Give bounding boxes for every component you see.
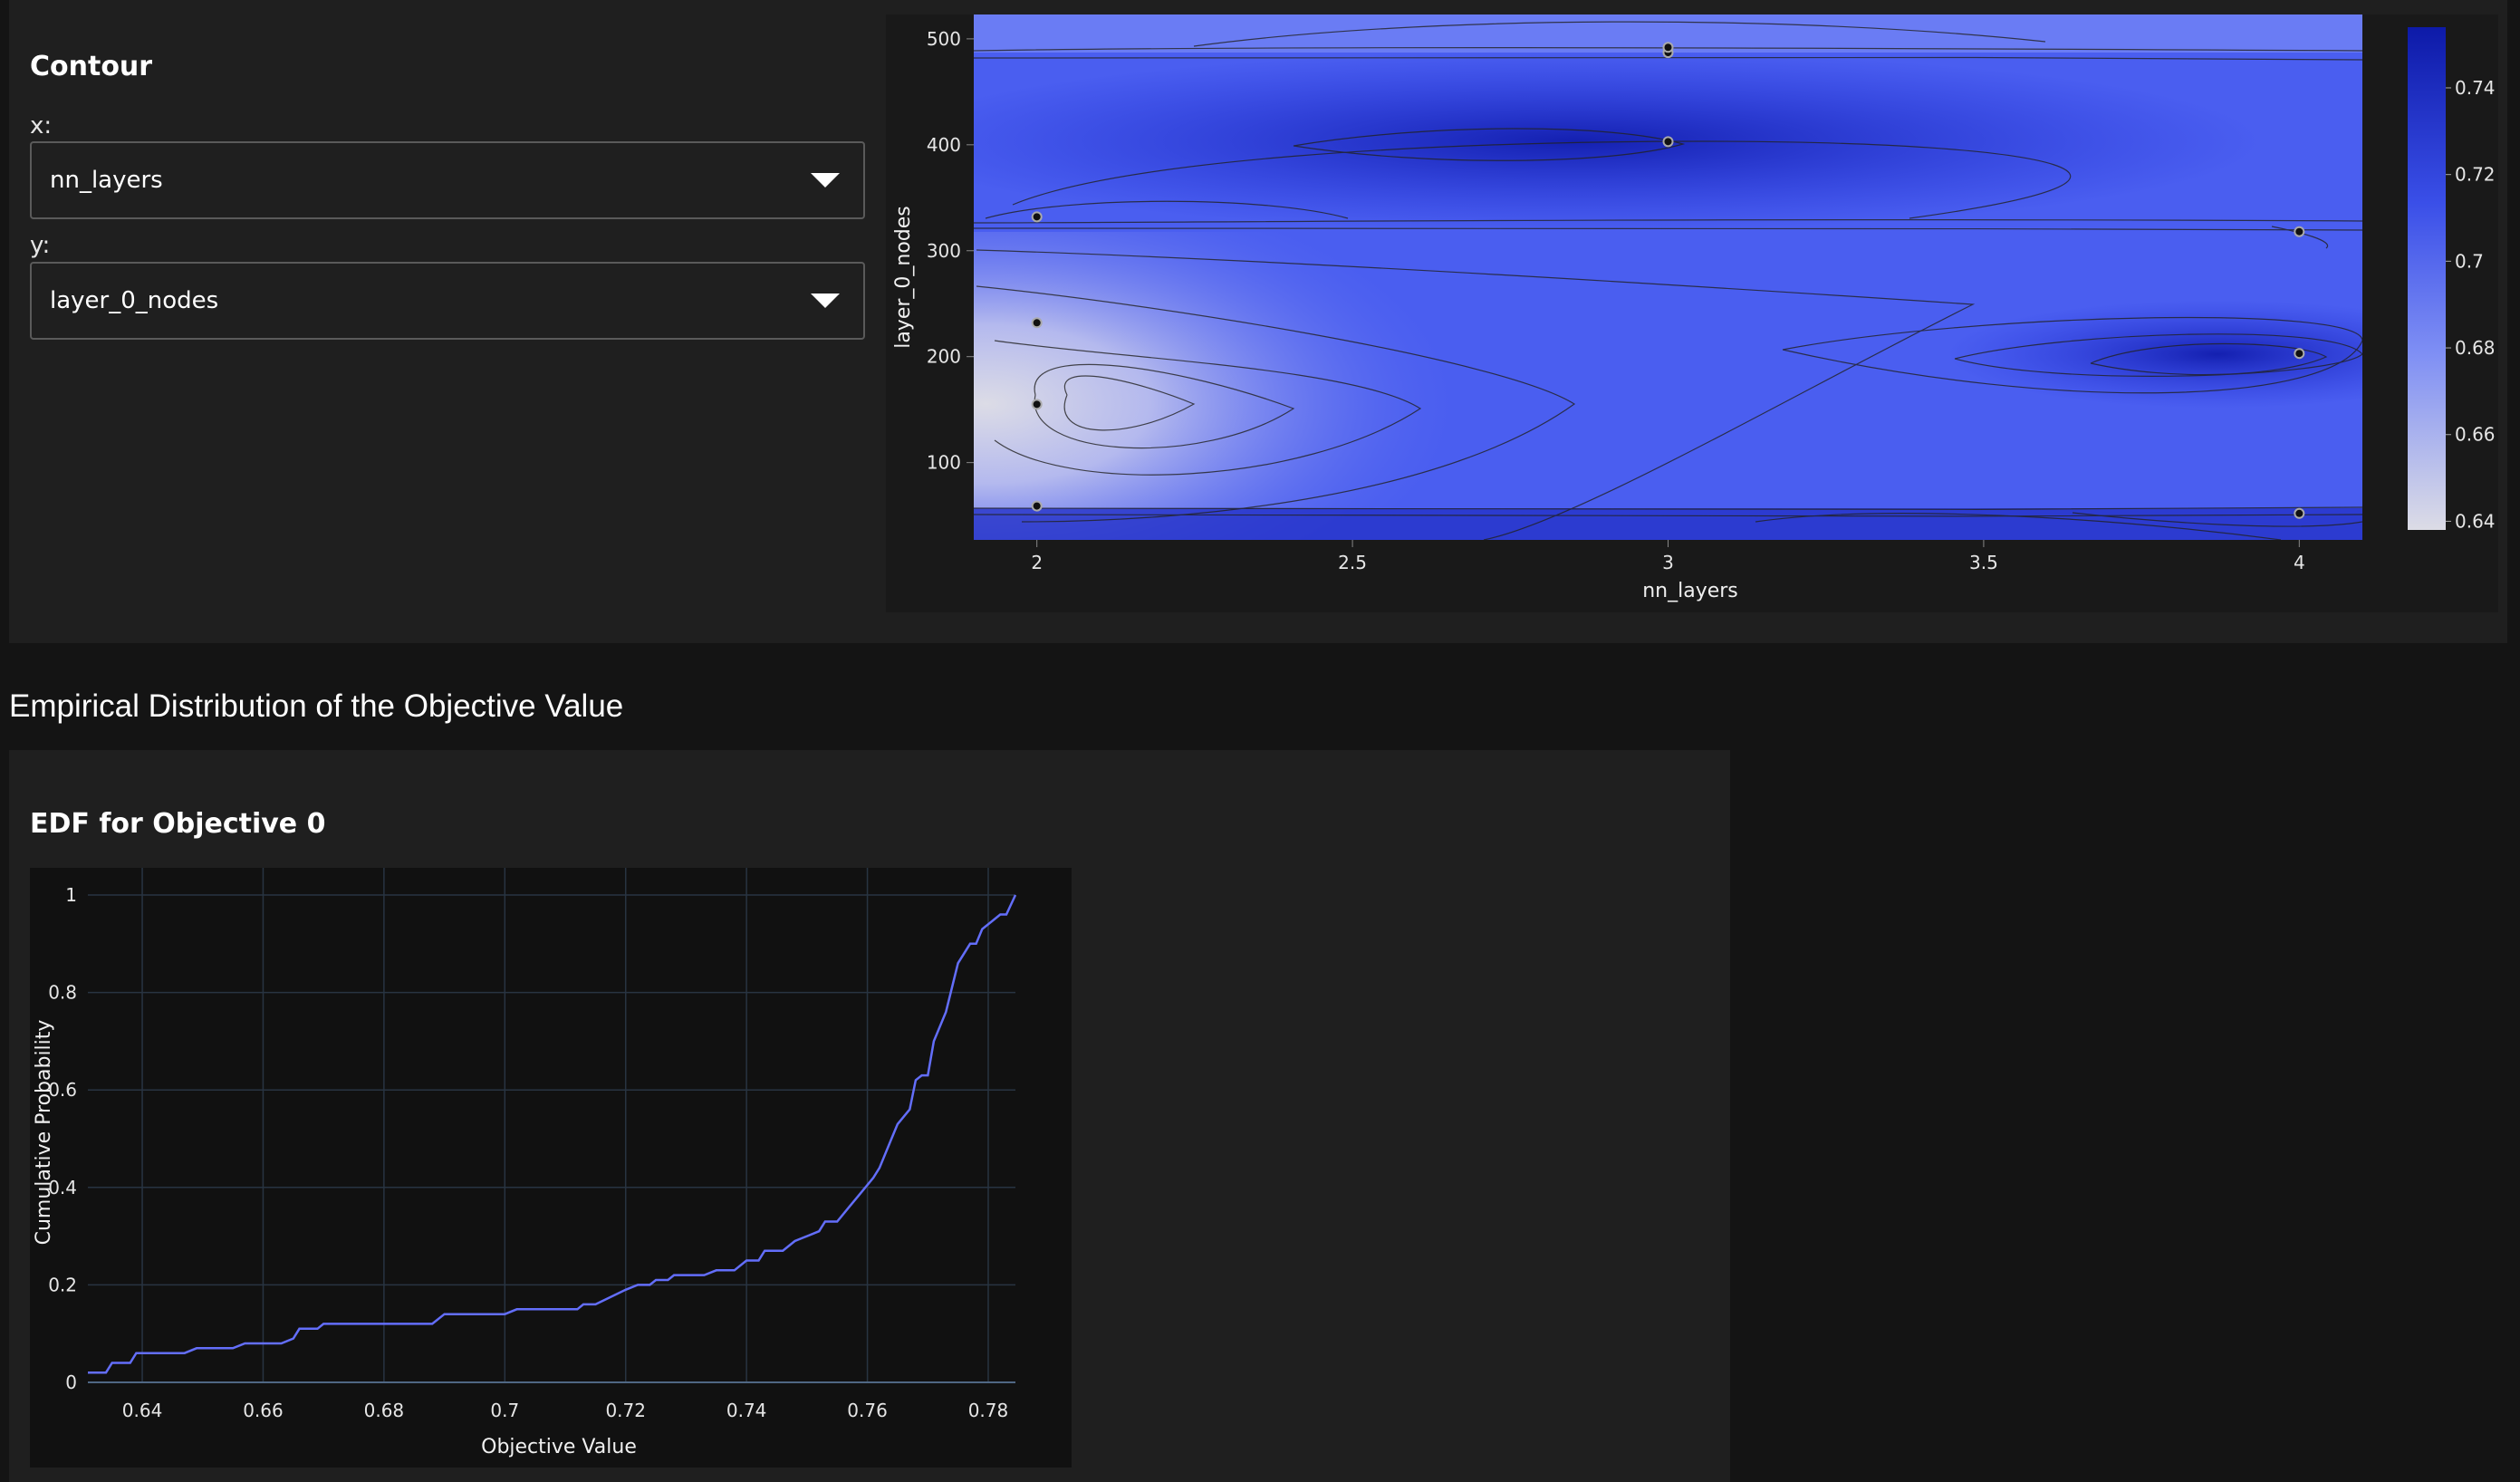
edf-x-tick-label: 0.68 [364, 1400, 405, 1421]
edf-x-tick-label: 0.72 [605, 1400, 646, 1421]
colorbar-tick-label: 0.64 [2455, 510, 2496, 532]
y-axis-select[interactable]: layer_0_nodes [30, 262, 865, 340]
contour-y-tick-label: 200 [927, 346, 961, 368]
contour-y-tick-label: 500 [927, 28, 961, 50]
colorbar-tick-label: 0.7 [2455, 250, 2484, 272]
contour-fill [974, 14, 2362, 540]
contour-x-axis-label: nn_layers [1642, 580, 1738, 602]
edf-card: EDF for Objective 0 0.64 0.66 0.68 0.7 0.72 0… [9, 750, 1730, 1482]
edf-plot-background [30, 868, 1072, 1468]
contour-y-tick-label: 300 [927, 240, 961, 262]
edf-y-axis-label: Cumulative Probability [33, 1020, 55, 1246]
contour-trial-point [1031, 399, 1043, 410]
edf-y-tick-label: 0 [65, 1371, 77, 1393]
contour-title: Contour [30, 51, 153, 82]
contour-x-tick-label: 4 [2294, 552, 2305, 573]
contour-trial-point [1031, 211, 1043, 223]
contour-y-tick-label: 100 [927, 452, 961, 474]
y-select-label: y: [30, 232, 51, 259]
x-select-label: x: [30, 112, 53, 140]
colorbar-tick-label: 0.66 [2455, 424, 2496, 446]
edf-plot[interactable]: 0.64 0.66 0.68 0.7 0.72 0.74 0.76 0.78 00.20.40… [30, 868, 1072, 1468]
contour-card: Contour x: nn_layers y: layer_0_nodes nn… [9, 0, 2507, 643]
edf-y-tick-label: 0.8 [48, 982, 77, 1004]
x-axis-select-value: nn_layers [50, 167, 163, 194]
contour-y-axis-label: layer_0_nodes [892, 206, 915, 349]
edf-x-tick-label: 0.66 [243, 1400, 284, 1421]
y-axis-select-value: layer_0_nodes [50, 287, 219, 314]
edf-x-tick-label: 0.7 [490, 1400, 519, 1421]
contour-y-tick-label: 400 [927, 134, 961, 156]
contour-trial-point [1031, 317, 1043, 329]
edf-x-tick-label: 0.78 [968, 1400, 1009, 1421]
contour-trial-point [2294, 507, 2305, 519]
colorbar-tick-label: 0.68 [2455, 337, 2496, 359]
edf-y-tick-label: 0.2 [48, 1274, 77, 1295]
contour-x-tick-label: 3 [1662, 552, 1674, 573]
colorbar [2408, 27, 2446, 530]
colorbar-tick-label: 0.74 [2455, 77, 2496, 99]
contour-x-tick-label: 2 [1031, 552, 1043, 573]
contour-plot[interactable]: nn_layers layer_0_nodes 2 2.5 3 3.5 4 100 200… [886, 14, 2498, 612]
edf-x-tick-label: 0.64 [122, 1400, 163, 1421]
edf-x-tick-label: 0.76 [847, 1400, 888, 1421]
chevron-down-icon [811, 173, 840, 188]
contour-trial-point [2294, 226, 2305, 237]
chevron-down-icon [811, 294, 840, 308]
contour-trial-point [2294, 348, 2305, 360]
contour-trial-point [1031, 500, 1043, 512]
contour-trial-point [1662, 136, 1674, 148]
contour-x-tick-label: 2.5 [1338, 552, 1367, 573]
contour-x-tick-label: 3.5 [1969, 552, 1998, 573]
section-title: Empirical Distribution of the Objective … [9, 688, 624, 724]
contour-trial-point [1662, 42, 1674, 53]
edf-title: EDF for Objective 0 [30, 808, 326, 840]
x-axis-select[interactable]: nn_layers [30, 141, 865, 219]
colorbar-tick-label: 0.72 [2455, 164, 2496, 186]
edf-y-tick-label: 1 [65, 884, 77, 906]
edf-x-axis-label: Objective Value [481, 1436, 637, 1458]
edf-x-tick-label: 0.74 [726, 1400, 767, 1421]
